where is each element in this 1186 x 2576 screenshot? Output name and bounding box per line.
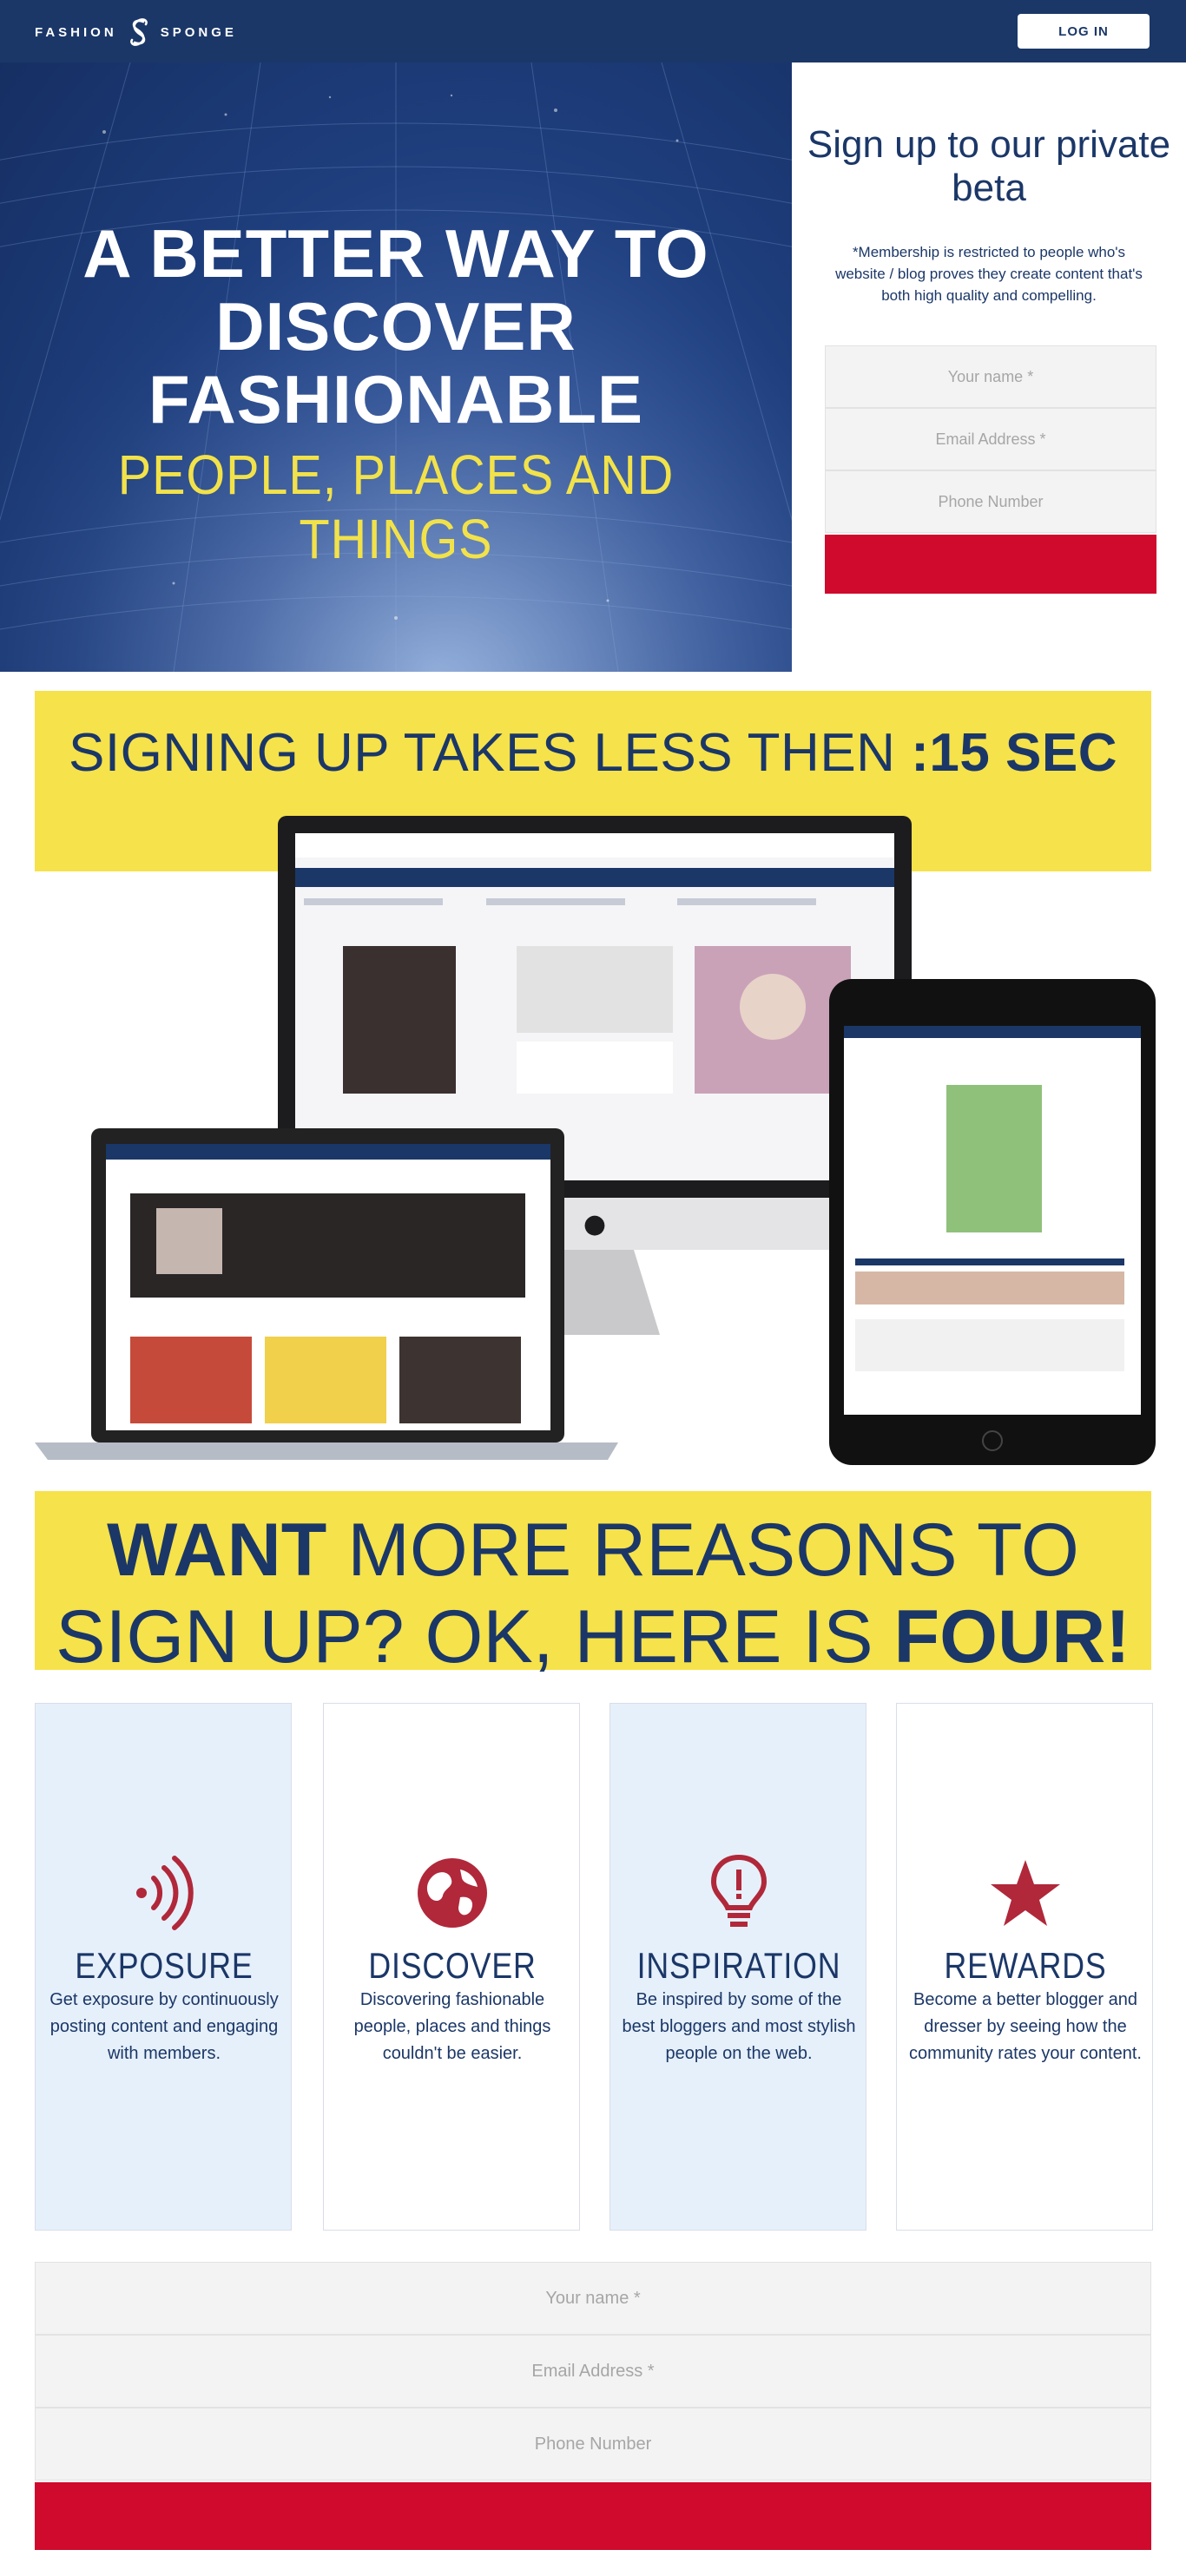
name-input[interactable] <box>825 345 1156 408</box>
reasons-headline: WANT MORE REASONS TO SIGN UP? OK, HERE I… <box>35 1507 1151 1680</box>
lightbulb-icon <box>610 1850 867 1936</box>
feature-description: Get exposure by continuously posting con… <box>49 1990 279 2063</box>
reasons-banner: WANT MORE REASONS TO SIGN UP? OK, HERE I… <box>35 1491 1151 1679</box>
hero-subheadline: PEOPLE, PLACES AND THINGS <box>117 444 675 570</box>
tablet <box>829 979 1156 1465</box>
signal-icon <box>36 1850 293 1936</box>
logo-mark-icon <box>129 18 148 46</box>
reasons-line-2: SIGN UP? OK, HERE IS FOUR! <box>35 1594 1151 1680</box>
hero-headline: A BETTER WAY TO DISCOVER FASHIONABLE <box>82 215 709 437</box>
logo-word-left: FASHION <box>35 24 117 40</box>
bottom-phone-input[interactable] <box>35 2408 1151 2481</box>
membership-note: *Membership is restricted to people who'… <box>835 244 1143 304</box>
feature-card-discover: DISCOVER Discovering fashionable people,… <box>323 1703 580 2231</box>
reasons-four: FOUR! <box>893 1595 1130 1679</box>
signup-submit-button[interactable] <box>825 535 1156 594</box>
logo-word-right: SPONGE <box>160 24 237 40</box>
feature-description: Become a better blogger and dresser by s… <box>909 1990 1142 2063</box>
page: FASHION SPONGE LOG IN A BETTER WAY TO DI… <box>0 0 1186 2576</box>
signup-time-value: :15 SEC <box>911 723 1118 783</box>
star-icon <box>897 1850 1154 1936</box>
feature-card-rewards: REWARDS Become a better blogger and dres… <box>896 1703 1153 2231</box>
devices-mockup-image: ● <box>35 816 1156 1465</box>
feature-title: REWARDS <box>944 1945 1107 1986</box>
globe-icon <box>324 1850 581 1936</box>
feature-card-inspiration: INSPIRATION Be inspired by some of the b… <box>609 1703 866 2231</box>
signup-time-label: SIGNING UP TAKES LESS THEN <box>68 723 912 783</box>
reasons-line-1: WANT MORE REASONS TO <box>35 1507 1151 1594</box>
svg-text:●: ● <box>583 1209 606 1239</box>
feature-card-exposure: EXPOSURE Get exposure by continuously po… <box>35 1703 292 2231</box>
login-button[interactable]: LOG IN <box>1018 14 1150 49</box>
hero-section: A BETTER WAY TO DISCOVER FASHIONABLE PEO… <box>0 62 792 672</box>
signup-title: Sign up to our private beta <box>807 123 1171 209</box>
bottom-email-input[interactable] <box>35 2335 1151 2408</box>
bottom-name-input[interactable] <box>35 2262 1151 2335</box>
bottom-submit-button[interactable] <box>35 2482 1151 2550</box>
reasons-want: WANT <box>107 1508 327 1592</box>
reasons-more-text: MORE REASONS TO <box>326 1508 1079 1592</box>
reasons-signup-text: SIGN UP? OK, HERE IS <box>56 1595 894 1679</box>
feature-title: INSPIRATION <box>636 1945 841 1986</box>
phone-input[interactable] <box>825 470 1156 533</box>
signup-time-text: SIGNING UP TAKES LESS THEN :15 SEC <box>35 722 1151 784</box>
feature-description: Be inspired by some of the best bloggers… <box>622 1990 856 2063</box>
laptop <box>35 1128 618 1460</box>
logo[interactable]: FASHION SPONGE <box>35 17 237 47</box>
email-input[interactable] <box>825 408 1156 470</box>
feature-title: DISCOVER <box>368 1945 537 1986</box>
feature-title: EXPOSURE <box>75 1945 254 1986</box>
feature-description: Discovering fashionable people, places a… <box>353 1990 551 2063</box>
top-navbar: FASHION SPONGE LOG IN <box>0 0 1186 62</box>
